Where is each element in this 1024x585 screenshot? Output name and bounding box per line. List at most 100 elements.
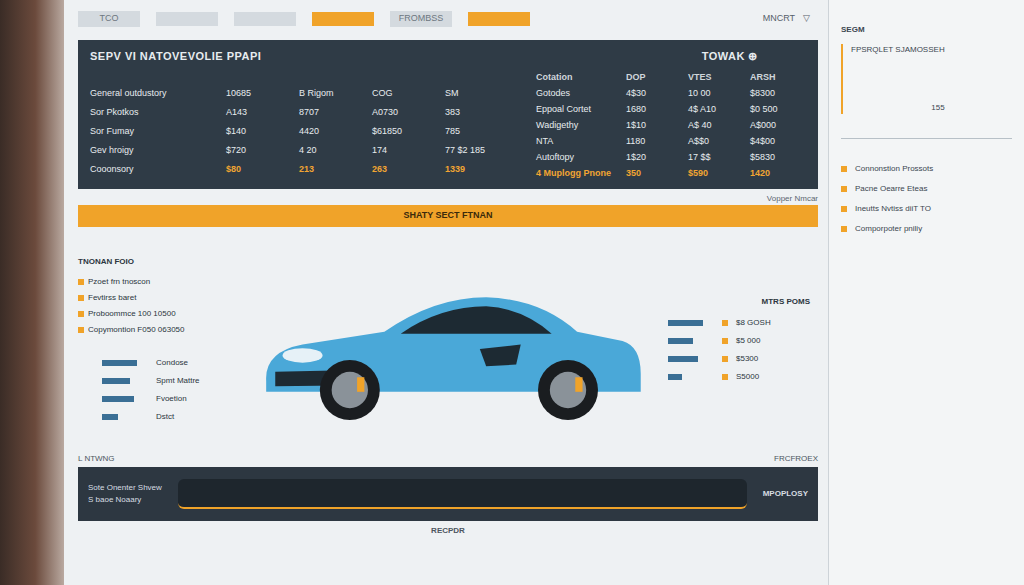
sidebar: SEGMFPSRQLET SJAMOSSEH155Connonstion Pro… xyxy=(828,0,1024,585)
vehicle-section: TNONAN FOIOPzoet frn tnosconFevtirss bar… xyxy=(78,227,818,453)
bar-label: Fvoetion xyxy=(156,393,187,405)
bar-track xyxy=(668,356,714,362)
bar-fill xyxy=(102,396,134,402)
bullet-icon xyxy=(78,279,84,285)
sidebar-item[interactable]: Connonstion Prossots xyxy=(841,163,1012,175)
table-cell: 4$30 xyxy=(626,85,682,101)
top-right-label[interactable]: MNCRT xyxy=(763,12,795,26)
separator xyxy=(841,138,1012,139)
legend-label: Pzoet frn tnoscon xyxy=(88,276,150,288)
table-cell: 17 $$ xyxy=(688,149,744,165)
bar-track xyxy=(102,414,148,420)
tab-bar: TCO FROMBSS MNCRT ▽ xyxy=(78,6,818,32)
table-cell: $140 xyxy=(226,123,293,142)
table-cell: $720 xyxy=(226,142,293,161)
bar-row: $5300 xyxy=(668,352,818,366)
bottom-bar: Sote Onenter ShvewS baoe Noaary MPOPLOSY xyxy=(78,467,818,521)
sidebar-item[interactable]: Pacne Oearre Eteas xyxy=(841,183,1012,195)
table-tag: TOWAK ⊕ xyxy=(702,48,758,65)
table-cell: $80 xyxy=(226,161,293,180)
bottom-right-label[interactable]: MPOPLOSY xyxy=(763,488,808,500)
table-cell: 10685 xyxy=(226,85,293,104)
bar-row: Fvoetion xyxy=(102,392,228,406)
table-cell: SM xyxy=(445,85,512,104)
footer-label: L NTWNG xyxy=(78,453,115,467)
car-image xyxy=(236,250,660,430)
table-cell: 785 xyxy=(445,123,512,142)
bar-fill xyxy=(102,414,118,420)
column-header: DOP xyxy=(626,69,682,85)
table-cell: 1$10 xyxy=(626,117,682,133)
sidebar-chart: FPSRQLET SJAMOSSEH 155 xyxy=(841,44,1012,114)
table-cell: 77 $2 185 xyxy=(445,142,512,161)
tab[interactable] xyxy=(234,12,296,26)
right-bars-title: MTRS POMS xyxy=(668,296,810,308)
table-cell: Autoftopy xyxy=(536,149,620,165)
table-cell: B Rigom xyxy=(299,85,366,104)
bullet-icon xyxy=(722,374,728,380)
section-banner: SHATY SECT FTNAN xyxy=(78,205,818,227)
legend-label: Proboommce 100 10500 xyxy=(88,308,176,320)
bar-label: Spmt Mattre xyxy=(156,375,200,387)
summary-table: SEPV VI NATOVEVOLIE PPAPITOWAK ⊕General … xyxy=(78,40,818,189)
table-cell: 1680 xyxy=(626,101,682,117)
tab[interactable]: FROMBSS xyxy=(390,11,452,27)
legend-item: Copymontion F050 063050 xyxy=(78,324,228,336)
sidebar-item-label: Pacne Oearre Eteas xyxy=(855,183,927,195)
sidebar-item[interactable]: Comporpoter pniliy xyxy=(841,223,1012,235)
sidebar-item-label: Ineutts Nvtiss diiT TO xyxy=(855,203,931,215)
bar-track xyxy=(102,396,148,402)
bar-label: Condose xyxy=(156,357,188,369)
table-header: SEPV VI NATOVEVOLIE PPAPI TOWAK ⊕ xyxy=(90,48,806,65)
column-header: ARSH xyxy=(750,69,806,85)
sidebar-item[interactable]: Ineutts Nvtiss diiT TO xyxy=(841,203,1012,215)
sidebar-value: 155 xyxy=(851,102,945,114)
bar-row: $5 000 xyxy=(668,334,818,348)
top-right: MNCRT ▽ xyxy=(763,12,810,26)
tab[interactable] xyxy=(156,12,218,26)
legend-item: Proboommce 100 10500 xyxy=(78,308,228,320)
sidebar-item-label: Comporpoter pniliy xyxy=(855,223,922,235)
bar-value: $5 000 xyxy=(736,335,760,347)
footer-labels: L NTWNGFRCFROEX xyxy=(78,453,818,467)
bar-track xyxy=(102,378,148,384)
bullet-icon xyxy=(78,327,84,333)
bullet-icon xyxy=(78,295,84,301)
tab[interactable]: TCO xyxy=(78,11,140,27)
bar-track xyxy=(102,360,148,366)
bar-track xyxy=(668,374,714,380)
bar-value: S5000 xyxy=(736,371,759,383)
table-cell: A$ 40 xyxy=(688,117,744,133)
sidebar-subtitle: FPSRQLET SJAMOSSEH xyxy=(851,44,945,56)
bullet-icon xyxy=(841,206,847,212)
caret-icon[interactable]: ▽ xyxy=(803,12,810,26)
table-cell: $8300 xyxy=(750,85,806,101)
tab[interactable] xyxy=(312,12,374,26)
table-cell: Wadigethy xyxy=(536,117,620,133)
table-cell: Eppoal Cortet xyxy=(536,101,620,117)
column-header: Cotation xyxy=(536,69,620,85)
bottom-text: Sote Onenter ShvewS baoe Noaary xyxy=(88,482,162,506)
column-header: VTES xyxy=(688,69,744,85)
legend-item: Pzoet frn tnoscon xyxy=(78,276,228,288)
bottom-tab[interactable]: RECPDR xyxy=(78,525,818,539)
input-field[interactable] xyxy=(178,479,747,509)
table-cell: 1$20 xyxy=(626,149,682,165)
table-cell: $0 500 xyxy=(750,101,806,117)
table-cell: 10 00 xyxy=(688,85,744,101)
bullet-icon xyxy=(841,166,847,172)
viewer-head xyxy=(0,0,64,585)
table-title: SEPV VI NATOVEVOLIE PPAPI xyxy=(90,48,261,65)
table-cell: Sor Fumay xyxy=(90,123,220,142)
table-cell: $5830 xyxy=(750,149,806,165)
table-cell: A$000 xyxy=(750,117,806,133)
bar-value: $8 GOSH xyxy=(736,317,771,329)
tab[interactable] xyxy=(468,12,530,26)
bar-track xyxy=(668,338,714,344)
table-cell: 4 20 xyxy=(299,142,366,161)
left-table: General outdustory10685B RigomCOGSMSor P… xyxy=(90,69,512,181)
table-cell: 1180 xyxy=(626,133,682,149)
bar-fill xyxy=(668,320,703,326)
legend-item: Fevtirss baret xyxy=(78,292,228,304)
table-cell: 383 xyxy=(445,104,512,123)
